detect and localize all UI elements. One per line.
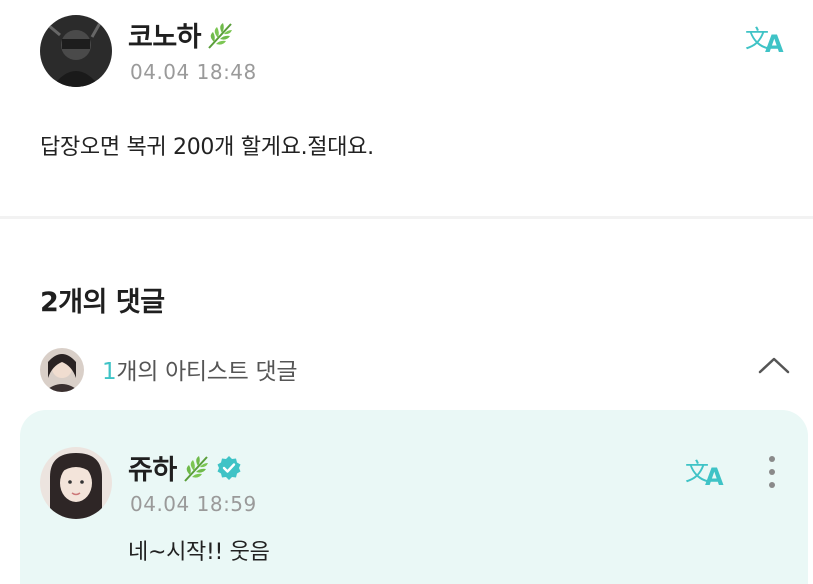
post-timestamp: 04.04 18:48 (130, 60, 257, 84)
leaf-icon (204, 19, 236, 51)
verified-check-icon (216, 455, 242, 481)
svg-text:A: A (765, 30, 784, 56)
post-author-avatar[interactable] (40, 15, 112, 87)
translate-icon[interactable]: 文 A (745, 20, 789, 56)
section-divider (0, 216, 813, 219)
reply-timestamp: 04.04 18:59 (130, 492, 257, 516)
chevron-up-icon[interactable] (757, 350, 791, 380)
reply-author-name[interactable]: 쥬하 (128, 448, 242, 487)
post-author-name[interactable]: 코노하 (128, 15, 236, 54)
artist-comments-suffix: 개의 아티스트 댓글 (116, 359, 298, 385)
artist-comments-count: 1 (102, 359, 117, 385)
artist-comments-label: 1개의 아티스트 댓글 (102, 352, 298, 386)
reply-author-name-text: 쥬하 (128, 455, 177, 486)
svg-text:A: A (705, 463, 724, 489)
leaf-icon (180, 452, 212, 484)
artist-comments-toggle[interactable]: 1개의 아티스트 댓글 (40, 344, 795, 392)
artist-avatar (40, 348, 84, 392)
reply-author-avatar[interactable] (40, 447, 112, 519)
translate-icon[interactable]: 文 A (685, 453, 729, 489)
reply-body-text: 네~시작!! 웃음 (128, 540, 270, 565)
post-body-text: 답장오면 복귀 200개 할게요.절대요. (40, 135, 374, 160)
artist-reply-card: 쥬하 04.04 18:59 文 A 네~시작!! 웃음 (20, 410, 808, 584)
post-author-name-text: 코노하 (128, 22, 202, 53)
comments-count-heading: 2개의 댓글 (40, 287, 165, 318)
more-vertical-icon[interactable] (764, 454, 780, 490)
